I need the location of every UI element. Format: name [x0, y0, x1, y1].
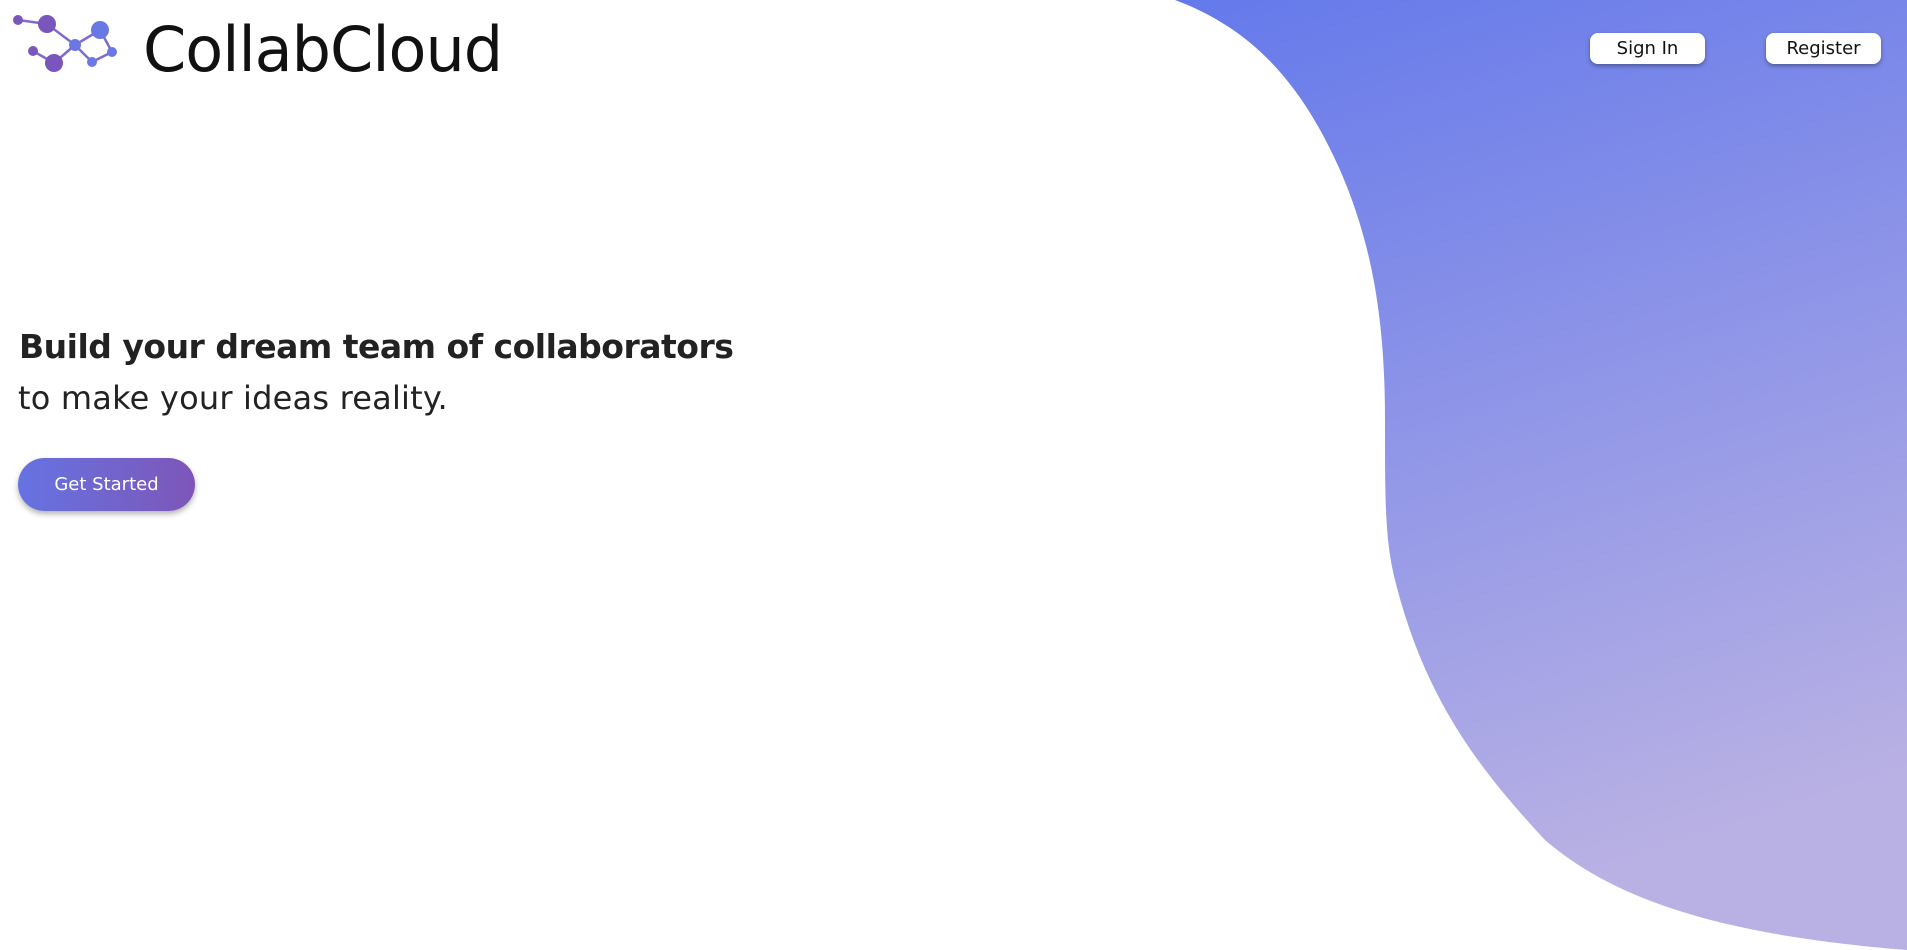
hero-subtitle: to make your ideas reality. — [18, 379, 448, 417]
brand-name: CollabCloud — [143, 13, 503, 86]
site-header: CollabCloud Sign In Register — [0, 0, 1907, 100]
get-started-button[interactable]: Get Started — [18, 458, 195, 511]
register-button[interactable]: Register — [1766, 33, 1881, 64]
background-blob — [1175, 0, 1907, 950]
landing-page: CollabCloud Sign In Register Build your … — [0, 0, 1907, 950]
hero-title: Build your dream team of collaborators — [19, 327, 734, 366]
network-nodes-icon — [13, 15, 117, 72]
sign-in-button[interactable]: Sign In — [1590, 33, 1705, 64]
